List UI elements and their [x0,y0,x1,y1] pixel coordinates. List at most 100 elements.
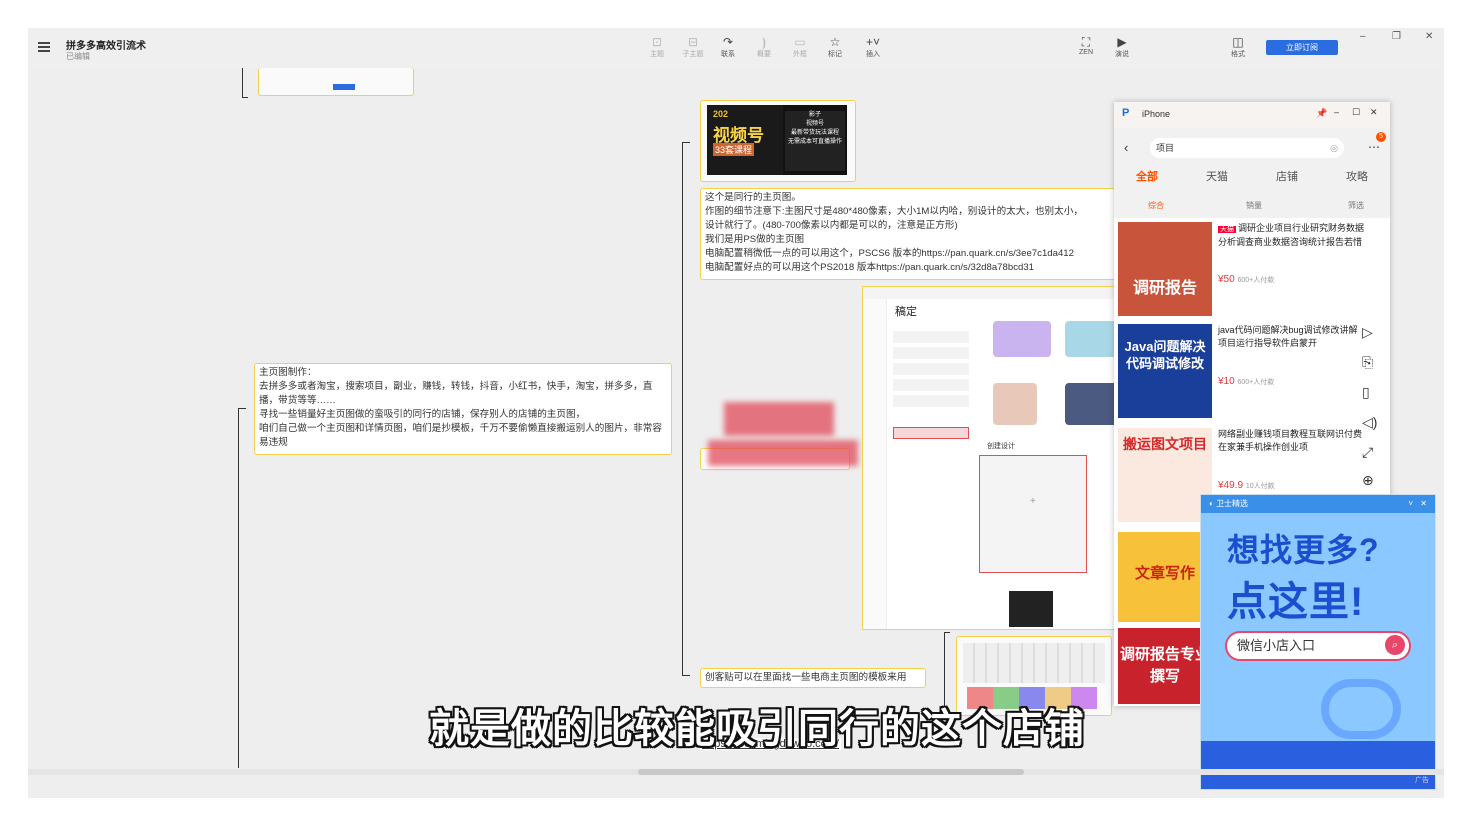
product-card[interactable]: Java问题解决代码调试修改 java代码问题解决bug调试修改讲解项目运行指导… [1114,324,1390,424]
close-icon[interactable]: ✕ [1425,31,1433,42]
thumb-button-mark [333,84,355,90]
toolbar-format-button[interactable]: ◫ 格式 [1223,35,1253,59]
toolbar-zen-button[interactable]: ⛶ ZEN [1071,35,1101,56]
template-thumb[interactable] [993,321,1051,357]
product-card[interactable]: 调研报告 天猫 调研企业项目行业研究财务数据分析调查商业数据咨询统计报告若惜 ¥5… [1114,222,1390,322]
pitch-icon: ▶ [1117,35,1127,49]
product-title: 天猫 调研企业项目行业研究财务数据分析调查商业数据咨询统计报告若惜 [1218,223,1365,247]
phone-titlebar: P iPhone 📌 – ☐ ✕ [1114,102,1390,128]
ad-header: ◐ 卫士精选 ˅ ✕ [1201,495,1435,513]
tab-guides[interactable]: 攻略 [1346,168,1368,184]
top-toolbar: 拼多多高效引流术 已编辑 ⊡ 主题 ⊟ 子主题 ↷ 联系 ⦘ 概要 ▭ 外框 ☆ 标记 +˅… [28,28,1444,68]
course-poster-image: 202 视频号 33套课程 影子 视频号 最新带货玩法课程 无需成本可直播操作 [707,105,847,175]
notification-badge: 5 [1376,132,1386,142]
relationship-icon: ↷ [722,35,734,49]
product-image[interactable]: 调研报告专业撰写 [1118,628,1212,704]
filter-comprehensive[interactable]: 综合 [1148,200,1164,211]
screenshot-icon[interactable]: ⎘ [1362,354,1373,371]
video-subtitle: 就是做的比较能吸引同行的这个店铺 [429,707,1085,751]
toolbar-boundary-button[interactable]: ▭ 外框 [785,35,815,59]
rotate-icon[interactable]: ▯ [1362,384,1370,401]
branch-line [682,142,690,676]
hamburger-menu-icon[interactable] [38,42,50,52]
zoom-icon[interactable]: ⊕ [1362,472,1374,489]
blur-overlay [708,440,858,466]
filter-bar: 综合 销量 筛选 [1114,196,1390,216]
document-status: 已编辑 [66,52,90,61]
design-logo-text: 稿定 [895,306,917,318]
browser-tabs-strip [863,287,1143,299]
filter-sales[interactable]: 销量 [1246,200,1262,211]
toolbar-relationship-button[interactable]: ↷ 联系 [713,35,743,59]
boundary-icon: ▭ [794,35,806,49]
summary-icon: ⦘ [762,35,766,49]
filter-screen[interactable]: 筛选 [1348,200,1364,211]
product-image: 搬运图文项目 [1118,428,1212,522]
toolbar-subtopic-button[interactable]: ⊟ 子主题 [678,35,708,59]
plus-icon: + [1030,496,1036,507]
competitor-note-node[interactable]: 这个是同行的主页图。 作图的细节注意下:主图尺寸是480*480像素，大小1M以… [700,188,1170,280]
camera-icon[interactable]: ◎ [1330,138,1338,158]
product-price: ¥49.9 10人付款 [1218,480,1275,491]
toolbar-marker-button[interactable]: ☆ 标记 [820,35,850,59]
template-thumb[interactable] [993,383,1037,425]
phone-close-icon[interactable]: ✕ [1370,107,1378,118]
fullscreen-icon[interactable]: ⤢ [1362,444,1373,461]
product-title: java代码问题解决bug调试修改讲解项目运行指导软件启蒙开 [1218,325,1358,348]
design-tool-screenshot[interactable]: 稿定 创建设计 + [862,286,1144,630]
ad-headline: 想找更多? [1227,532,1380,568]
marker-star-icon: ☆ [829,35,841,49]
pin-icon[interactable]: 📌 [1316,108,1327,119]
ad-close-icon[interactable]: ✕ [1420,495,1427,513]
main-topic-node[interactable]: 主页图制作： 去拼多多或者淘宝，搜索项目，副业，赚钱，转钱，抖音，小红书，快手，… [254,363,672,455]
ad-corner-label: 广告 [1415,777,1429,784]
screen-record-icon[interactable]: ▷ [1362,324,1373,341]
custom-size-card[interactable]: + [979,455,1087,573]
phone-window-title: iPhone [1142,109,1171,119]
template-thumb[interactable] [1009,591,1053,627]
search-icon[interactable]: ⌕ [1385,635,1405,655]
toolbar-topic-button[interactable]: ⊡ 主题 [642,35,672,59]
chuangkit-note-node[interactable]: 创客贴可以在里面找一些电商主页图的模板来用 [700,668,926,688]
phone-maximize-icon[interactable]: ☐ [1352,107,1360,118]
scrollbar-thumb[interactable] [638,769,1024,775]
screenshot-node[interactable] [258,68,414,96]
branch-line [242,68,248,98]
more-icon[interactable]: ⋯ [1368,140,1380,154]
back-arrow-icon[interactable]: ‹ [1124,140,1128,155]
toolbar-pitch-button[interactable]: ▶ 演说 [1107,35,1137,59]
ad-search-box[interactable]: 微信小店入口 ⌕ [1225,631,1411,661]
product-price: ¥10 600+人付款 [1218,376,1275,387]
tab-shops[interactable]: 店铺 [1276,168,1298,184]
tab-all[interactable]: 全部 [1136,168,1158,184]
app-logo-icon: P [1122,107,1130,119]
topic-icon: ⊡ [651,35,663,49]
subscribe-button[interactable]: 立即订阅 [1266,40,1338,55]
toolbar-summary-button[interactable]: ⦘ 概要 [749,35,779,59]
volume-icon[interactable]: ◁) [1362,414,1377,431]
product-image[interactable]: 文章写作 [1118,532,1212,622]
app-window: 拼多多高效引流术 已编辑 ⊡ 主题 ⊟ 子主题 ↷ 联系 ⦘ 概要 ▭ 外框 ☆ 标记 +˅… [28,28,1444,798]
product-image: 调研报告 [1118,222,1212,316]
design-sidebar [863,299,887,629]
document-title[interactable]: 拼多多高效引流术 [66,37,146,52]
shield-icon: ◐ [1209,499,1217,508]
product-title: 网络副业赚钱项目教程互联网识付费在家兼手机操作创业项 [1218,429,1363,452]
subtopic-icon: ⊟ [687,35,699,49]
create-design-label: 创建设计 [987,443,1015,450]
product-search-input[interactable]: 项目 ◎ [1150,138,1344,158]
maximize-icon[interactable]: ❐ [1392,31,1401,42]
course-poster-node[interactable]: 202 视频号 33套课程 影子 视频号 最新带货玩法课程 无需成本可直播操作 [700,100,856,182]
minimize-icon[interactable]: – [1360,31,1366,42]
product-image: Java问题解决代码调试修改 [1118,324,1212,418]
format-panel-icon: ◫ [1232,35,1244,49]
horizontal-scrollbar[interactable] [28,769,1444,775]
phone-minimize-icon[interactable]: – [1334,107,1339,117]
insert-plus-icon: +˅ [865,35,880,49]
zen-mode-icon: ⛶ [1081,35,1091,49]
toolbar-insert-button[interactable]: +˅ 插入 [858,35,888,59]
ad-collapse-icon[interactable]: ˅ [1408,495,1413,513]
design-menu [893,327,969,467]
tab-tmall[interactable]: 天猫 [1206,168,1228,184]
product-price: ¥50 600+人付款 [1218,274,1275,285]
